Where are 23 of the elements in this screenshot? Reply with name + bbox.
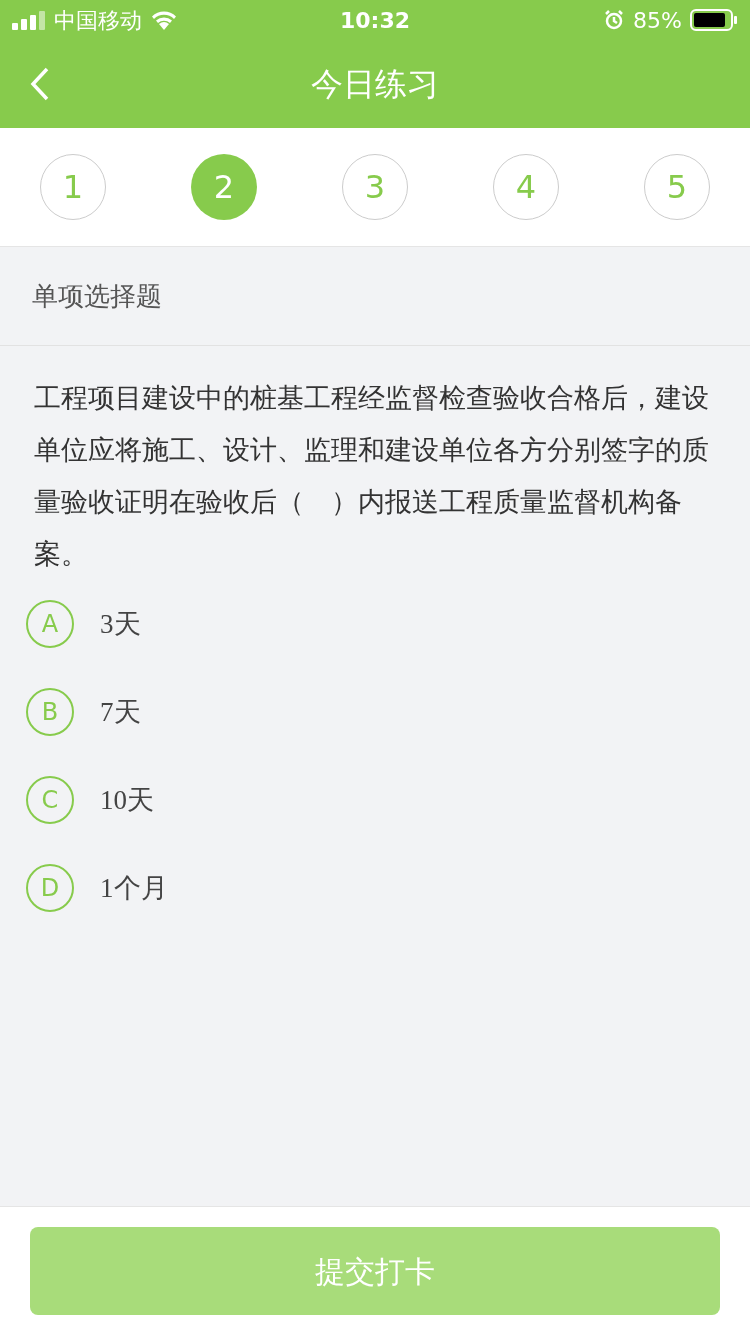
wifi-icon	[150, 10, 178, 30]
clock-time: 10:32	[340, 6, 410, 35]
option-text[interactable]: 3天	[100, 603, 141, 645]
question-text: 工程项目建设中的桩基工程经监督检查验收合格后，建设单位应将施工、设计、监理和建设单位各方分别签字的质量验收证明在验收后（ ）内报送工程质量监督机构备案。	[34, 381, 710, 571]
option-text[interactable]: 10天	[100, 779, 154, 821]
question-number-tab[interactable]: 2	[191, 154, 257, 220]
carrier-name: 中国移动	[54, 6, 142, 35]
option-text[interactable]: 7天	[100, 691, 141, 733]
section-title: 单项选择题	[32, 279, 162, 313]
option-letter[interactable]: A	[26, 600, 74, 648]
option-letter[interactable]: D	[26, 864, 74, 912]
battery-percent: 85%	[633, 6, 682, 35]
question-number-tab[interactable]: 1	[40, 154, 106, 220]
option-letter[interactable]: B	[26, 688, 74, 736]
battery-icon	[690, 9, 738, 31]
signal-icon	[12, 10, 46, 30]
question-number-tab[interactable]: 3	[342, 154, 408, 220]
question-number-tab[interactable]: 5	[644, 154, 710, 220]
back-icon	[30, 67, 50, 101]
option-letter[interactable]: C	[26, 776, 74, 824]
option-text[interactable]: 1个月	[100, 867, 168, 909]
question-number-tab[interactable]: 4	[493, 154, 559, 220]
page-title: 今日练习	[311, 64, 439, 105]
